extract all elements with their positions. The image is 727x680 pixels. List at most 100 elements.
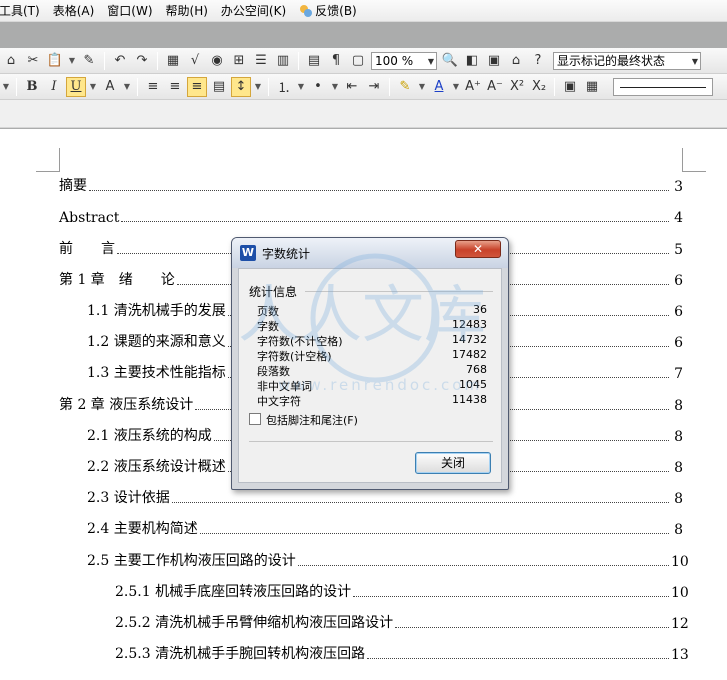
subscript-button[interactable]: X₂ [529, 77, 549, 97]
grow-font-icon[interactable]: A⁺ [463, 77, 483, 97]
toc-page: 10 [671, 585, 689, 601]
tools-icon[interactable]: ⌂ [1, 51, 21, 71]
dialog-title: 字数统计 [262, 247, 311, 261]
close-button[interactable]: 关闭 [415, 452, 491, 474]
toc-entry[interactable]: 摘要 3 [59, 175, 683, 195]
align-left-icon[interactable]: ≡ [143, 77, 163, 97]
columns-icon[interactable]: ☰ [251, 51, 271, 71]
chart-icon[interactable]: ▥ [273, 51, 293, 71]
table-grid-icon[interactable]: ⊞ [229, 51, 249, 71]
decrease-indent-icon[interactable]: ⇤ [342, 77, 362, 97]
dialog-body: 统计信息 页数 36 字数 12483 字符数(不计空格) 14732 字符数(计空格… [238, 268, 502, 483]
stat-label: 字数 [257, 320, 279, 333]
shrink-font-icon[interactable]: A⁻ [485, 77, 505, 97]
revision-state-value: 显示标记的最终状态 [557, 53, 666, 68]
wps-writer-icon: W [240, 245, 256, 261]
increase-indent-icon[interactable]: ⇥ [364, 77, 384, 97]
align-center-icon[interactable]: ≡ [165, 77, 185, 97]
stat-row: 页数 36 [257, 303, 487, 318]
shirt-icon[interactable]: ⌂ [506, 51, 526, 71]
include-footnotes-checkbox[interactable] [249, 413, 261, 425]
char-format-icon[interactable]: A [100, 77, 120, 97]
menu-office-space[interactable]: 办公空间(K) [215, 0, 293, 22]
help-icon[interactable]: ? [528, 51, 548, 71]
line-spacing-icon[interactable]: ↕ [231, 76, 251, 97]
paste-dropdown-icon[interactable]: ▼ [67, 51, 77, 71]
toc-entry[interactable]: 2.4 主要机构简述 8 [87, 518, 683, 538]
cut-icon[interactable]: ✂ [23, 51, 43, 71]
underline-dropdown-icon[interactable]: ▼ [88, 77, 98, 97]
toc-entry[interactable]: 2.5.2 清洗机械手吊臂伸缩机构液压回路设计 12 [115, 612, 689, 632]
toc-entry[interactable]: 2.5.3 清洗机械手手腕回转机构液压回路 13 [115, 643, 689, 663]
paste-icon[interactable]: 📋 [45, 51, 65, 71]
toc-leader [171, 502, 669, 503]
dialog-titlebar[interactable]: W 字数统计 ✕ [232, 238, 508, 268]
separator [137, 77, 138, 96]
page-icon[interactable]: ▢ [348, 51, 368, 71]
revision-state-select[interactable]: 显示标记的最终状态 ▼ [553, 51, 701, 70]
toc-title: 2.4 主要机构简述 [87, 521, 198, 537]
separator [389, 77, 390, 96]
bulleted-list-dropdown-icon[interactable]: ▼ [330, 77, 340, 97]
bulleted-list-icon[interactable]: • [308, 77, 328, 97]
undo-icon[interactable]: ↶ [110, 51, 130, 71]
char-format-dropdown-icon[interactable]: ▼ [122, 77, 132, 97]
font-color-icon[interactable]: A [429, 77, 449, 97]
toc-page: 6 [674, 273, 683, 289]
orange-app-icon[interactable]: ▣ [484, 51, 504, 71]
text-box-icon[interactable]: ▣ [560, 77, 580, 97]
document-map-icon[interactable]: ▤ [304, 51, 324, 71]
menu-feedback[interactable]: 反馈(B) [293, 0, 364, 22]
line-style-select[interactable] [613, 77, 713, 96]
include-footnotes-label[interactable]: 包括脚注和尾注(F) [266, 412, 358, 428]
toc-entry[interactable]: 2.5.1 机械手底座回转液压回路的设计 10 [115, 581, 689, 601]
insert-table-icon[interactable]: ▦ [163, 51, 183, 71]
italic-button[interactable]: I [44, 77, 64, 97]
distributed-align-icon[interactable]: ▤ [209, 77, 229, 97]
toc-title: 2.5.2 清洗机械手吊臂伸缩机构液压回路设计 [115, 615, 394, 631]
font-color-dropdown-icon[interactable]: ▼ [451, 77, 461, 97]
highlight-icon[interactable]: ✎ [395, 77, 415, 97]
globe-icon[interactable]: ◉ [207, 51, 227, 71]
zoom-select[interactable]: 100 % ▼ [371, 51, 437, 70]
stat-row: 字符数(计空格) 17482 [257, 348, 487, 363]
font-size-dropdown-icon[interactable]: ▼ [1, 77, 11, 97]
redo-icon[interactable]: ↷ [132, 51, 152, 71]
menu-tools[interactable]: 工具(T) [0, 0, 47, 22]
close-icon[interactable]: ✕ [455, 240, 501, 258]
stat-row: 中文字符 11438 [257, 393, 487, 408]
stat-row: 非中文单词 1045 [257, 378, 487, 393]
underline-button[interactable]: U [66, 76, 86, 97]
line-spacing-dropdown-icon[interactable]: ▼ [253, 77, 263, 97]
numbered-list-icon[interactable]: ⒈ [274, 77, 294, 97]
margin-corner-marker [36, 148, 60, 172]
border-icon[interactable]: ▦ [582, 77, 602, 97]
show-marks-icon[interactable]: ¶ [326, 51, 346, 71]
separator [298, 51, 299, 70]
menu-help[interactable]: 帮助(H) [160, 0, 215, 22]
stat-label: 页数 [257, 305, 279, 318]
blue-app-icon[interactable]: ◧ [462, 51, 482, 71]
margin-corner-marker [682, 148, 706, 172]
stats-group-label: 统计信息 [249, 285, 298, 299]
highlight-dropdown-icon[interactable]: ▼ [417, 77, 427, 97]
menu-window[interactable]: 窗口(W) [101, 0, 159, 22]
toc-entry[interactable]: 2.3 设计依据 8 [87, 487, 683, 507]
toc-title: 1.3 主要技术性能指标 [87, 365, 226, 381]
stat-label: 中文字符 [257, 395, 301, 408]
align-justify-icon[interactable]: ≡ [187, 76, 207, 97]
toc-page: 8 [674, 398, 683, 414]
find-icon[interactable]: 🔍 [440, 51, 460, 71]
toc-entry[interactable]: Abstract 4 [59, 206, 683, 226]
superscript-button[interactable]: X² [507, 77, 527, 97]
format-painter-icon[interactable]: ✎ [79, 51, 99, 71]
menu-table[interactable]: 表格(A) [47, 0, 102, 22]
numbered-list-dropdown-icon[interactable]: ▼ [296, 77, 306, 97]
bold-button[interactable]: B [22, 77, 42, 97]
formula-icon[interactable]: √ [185, 51, 205, 71]
stat-value: 1045 [459, 378, 487, 391]
stat-row: 段落数 768 [257, 363, 487, 378]
toc-entry[interactable]: 2.5 主要工作机构液压回路的设计 10 [87, 550, 689, 570]
toc-page: 6 [674, 335, 683, 351]
separator [104, 51, 105, 70]
